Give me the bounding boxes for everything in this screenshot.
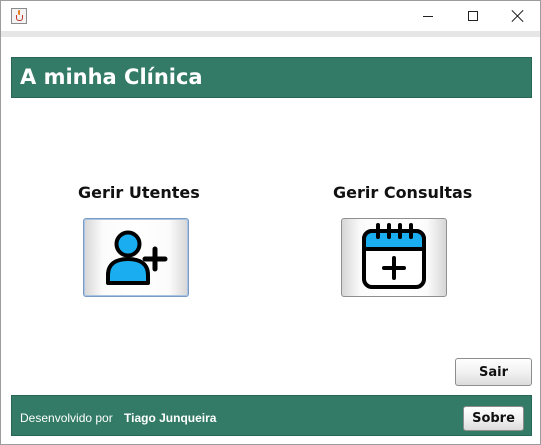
page-title: A minha Clínica — [20, 65, 203, 89]
maximize-icon — [468, 11, 478, 21]
author-name: Tiago Junqueira — [124, 411, 217, 425]
calendar-add-icon — [362, 223, 426, 289]
title-separator — [1, 31, 540, 37]
header-banner: A minha Clínica — [11, 57, 532, 98]
manage-patients-label: Gerir Utentes — [78, 183, 200, 202]
title-bar[interactable] — [1, 1, 540, 31]
manage-appointments-button[interactable] — [341, 218, 447, 297]
minimize-button[interactable] — [405, 1, 451, 31]
about-button[interactable]: Sobre — [463, 406, 524, 431]
exit-button[interactable]: Sair — [455, 358, 532, 386]
manage-patients-button[interactable] — [83, 218, 189, 297]
minimize-icon — [423, 15, 433, 17]
manage-appointments-label: Gerir Consultas — [333, 183, 473, 202]
maximize-button[interactable] — [450, 1, 496, 31]
close-button[interactable] — [495, 1, 541, 31]
footer-bar: Desenvolvido por Tiago Junqueira Sobre — [11, 395, 532, 436]
add-user-icon — [106, 230, 168, 285]
application-window: A minha Clínica Gerir Utentes Gerir Cons… — [0, 0, 541, 445]
java-cup-icon — [11, 8, 27, 24]
developed-by-label: Desenvolvido por — [20, 411, 113, 425]
close-icon — [512, 10, 524, 22]
